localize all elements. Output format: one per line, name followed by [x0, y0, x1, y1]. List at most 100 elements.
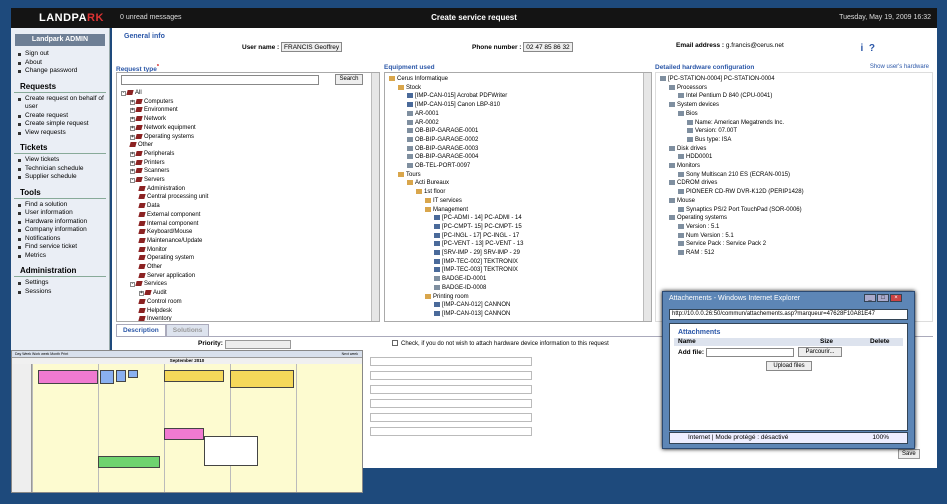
tree-node[interactable]: Server application — [121, 272, 208, 281]
browse-button[interactable]: Parcourir... — [798, 347, 842, 357]
tree-node[interactable]: [IMP-CAN-012] CANNON — [389, 301, 641, 310]
request-type-search-input[interactable] — [121, 75, 319, 85]
tree-node[interactable]: - Services — [121, 280, 208, 289]
calendar-event[interactable] — [164, 370, 224, 382]
tree-node[interactable]: Num Version : 5.1 — [660, 232, 922, 241]
ie-address-bar[interactable]: http://10.0.0.26:50/commun/attachements.… — [669, 309, 908, 320]
description-line[interactable] — [370, 413, 532, 422]
tree-node[interactable]: [SRV-IMP - 29] SRV-IMP - 29 — [389, 249, 641, 258]
sidebar-item[interactable]: Find a solution — [11, 201, 109, 210]
tree-node[interactable]: AR-0001 — [389, 110, 641, 119]
tree-node[interactable]: Data — [121, 202, 208, 211]
sidebar-item[interactable]: View tickets — [11, 156, 109, 165]
tree-node[interactable]: + Environment — [121, 106, 208, 115]
tree-node[interactable]: Bus type: ISA — [660, 136, 922, 145]
sidebar-item[interactable]: Create request — [11, 112, 109, 121]
expand-toggle-icon[interactable]: + — [130, 125, 135, 131]
close-button[interactable]: × — [890, 294, 902, 302]
sidebar-item[interactable]: Notifications — [11, 235, 109, 244]
tree-node[interactable]: [IMP-CAN-015] Acrobat PDFWriter — [389, 92, 641, 101]
expand-toggle-icon[interactable]: + — [130, 117, 135, 123]
tree-node[interactable]: Internal component — [121, 220, 208, 229]
tree-node[interactable]: [IMP-CAN-015] Canon LBP-810 — [389, 101, 641, 110]
tree-node[interactable]: Service Pack : Service Pack 2 — [660, 240, 922, 249]
expand-toggle-icon[interactable]: - — [121, 91, 126, 96]
tree-node[interactable]: External component — [121, 211, 208, 220]
save-button[interactable]: Save — [898, 449, 920, 459]
sidebar-item[interactable]: View requests — [11, 129, 109, 138]
expand-toggle-icon[interactable]: + — [130, 169, 135, 175]
tree-node[interactable]: Operating systems — [660, 214, 922, 223]
tree-node[interactable]: Keyboard/Mouse — [121, 228, 208, 237]
calendar-event[interactable] — [116, 370, 126, 382]
sidebar-item[interactable]: Create request on behalf of user — [11, 95, 109, 112]
expand-toggle-icon[interactable]: + — [139, 291, 144, 297]
sidebar-item[interactable]: Technician schedule — [11, 165, 109, 174]
tree-node[interactable]: PIONEER CD-RW DVR-K12D (PERIP1428) — [660, 188, 922, 197]
tree-node[interactable]: Monitors — [660, 162, 922, 171]
calendar-event[interactable] — [98, 456, 160, 468]
request-type-scrollbar[interactable] — [371, 73, 379, 321]
equipment-scrollbar[interactable] — [643, 73, 651, 321]
calendar-event[interactable] — [230, 370, 294, 388]
tree-node[interactable]: 1st floor — [389, 188, 641, 197]
tree-node[interactable]: BADGE-ID-0001 — [389, 275, 641, 284]
tree-node[interactable]: HDD0001 — [660, 153, 922, 162]
tree-node[interactable]: Central processing unit — [121, 193, 208, 202]
priority-select[interactable] — [224, 340, 291, 349]
tree-node[interactable]: OB-TEL-PORT-0097 — [389, 162, 641, 171]
tree-node[interactable]: Operating system — [121, 254, 208, 263]
tree-node[interactable]: RAM : 512 — [660, 249, 922, 258]
tree-node[interactable]: Printing room — [389, 293, 641, 302]
expand-toggle-icon[interactable]: + — [130, 108, 135, 114]
tab-solutions[interactable]: Solutions — [165, 324, 210, 336]
tree-node[interactable]: IT services — [389, 197, 641, 206]
tree-node[interactable]: Inventory — [121, 315, 208, 321]
tree-node[interactable]: + Operating systems — [121, 133, 208, 142]
sidebar-item[interactable]: Create simple request — [11, 120, 109, 129]
sidebar-item[interactable]: Sessions — [11, 288, 109, 297]
sidebar-item[interactable]: Find service ticket — [11, 243, 109, 252]
tree-node[interactable]: OB-BIP-GARAGE-0003 — [389, 145, 641, 154]
tree-node[interactable]: + Scanners — [121, 167, 208, 176]
sidebar-item[interactable]: Hardware information — [11, 218, 109, 227]
description-line[interactable] — [370, 427, 532, 436]
tree-node[interactable]: Management — [389, 206, 641, 215]
tab-description[interactable]: Description — [116, 324, 166, 336]
tree-node[interactable]: Version : 5.1 — [660, 223, 922, 232]
tree-node[interactable]: + Audit — [121, 289, 208, 298]
tree-node[interactable]: [IMP-TEC-003] TEKTRONIX — [389, 266, 641, 275]
tree-node[interactable]: [PC-STATION-0004] PC-STATION-0004 — [660, 75, 922, 84]
tree-node[interactable]: AR-0002 — [389, 119, 641, 128]
tree-node[interactable]: Control room — [121, 298, 208, 307]
maximize-button[interactable]: □ — [877, 294, 889, 302]
tree-node[interactable]: Monitor — [121, 246, 208, 255]
tree-node[interactable]: Maintenance/Update — [121, 237, 208, 246]
tree-node[interactable]: Other — [121, 263, 208, 272]
tree-node[interactable]: Acti Bureaux — [389, 179, 641, 188]
sidebar-item[interactable]: About — [11, 59, 109, 68]
sidebar-item[interactable]: Metrics — [11, 252, 109, 261]
tree-node[interactable]: [PC-ADMI - 14] PC-ADMI - 14 — [389, 214, 641, 223]
tree-node[interactable]: Stock — [389, 84, 641, 93]
description-line[interactable] — [370, 385, 532, 394]
user-name-value[interactable]: FRANCIS Geoffrey — [281, 42, 343, 52]
calendar-event[interactable] — [128, 370, 138, 378]
calendar-event[interactable] — [100, 370, 114, 384]
show-user-hardware-link[interactable]: Show user's hardware — [870, 64, 929, 70]
info-icon[interactable]: i — [861, 43, 864, 54]
description-line[interactable] — [370, 371, 532, 380]
sidebar-item[interactable]: Change password — [11, 67, 109, 76]
expand-toggle-icon[interactable]: + — [130, 151, 135, 157]
tree-node[interactable]: Sony Multiscan 210 ES (ECRAN-0015) — [660, 171, 922, 180]
tree-node[interactable]: + Printers — [121, 159, 208, 168]
tree-node[interactable]: Version: 07.00T — [660, 127, 922, 136]
tree-node[interactable]: Administration — [121, 185, 208, 194]
tree-node[interactable]: Intel Pentium D 840 (CPU-0041) — [660, 92, 922, 101]
tree-node[interactable]: + Computers — [121, 98, 208, 107]
minimize-button[interactable]: _ — [864, 294, 876, 302]
description-line[interactable] — [370, 357, 532, 366]
tree-node[interactable]: OB-BIP-GARAGE-0004 — [389, 153, 641, 162]
tree-node[interactable]: Cerus Informatique — [389, 75, 641, 84]
expand-toggle-icon[interactable]: - — [130, 282, 135, 288]
